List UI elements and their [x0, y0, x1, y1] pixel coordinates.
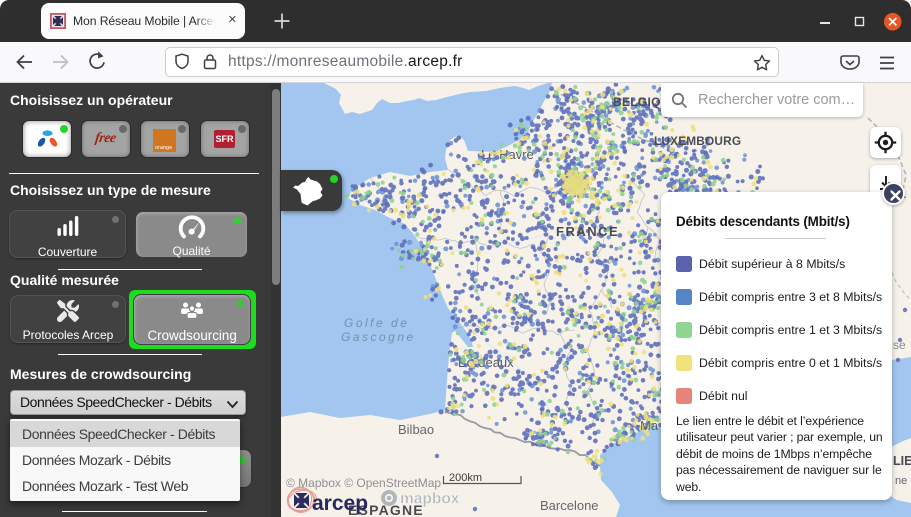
svg-text:Gascogne: Gascogne: [341, 330, 416, 344]
svg-text:ne: ne: [895, 475, 907, 487]
svg-text:200km: 200km: [449, 472, 482, 484]
svg-text:mapbox: mapbox: [400, 491, 460, 508]
svg-text:LUXEMBOURG: LUXEMBOURG: [654, 134, 741, 148]
svg-text:© Mapbox © OpenStreetMap: © Mapbox © OpenStreetMap: [286, 476, 441, 490]
svg-text:Barcelone: Barcelone: [540, 498, 599, 513]
svg-text:arcep: arcep: [312, 492, 368, 515]
svg-text:Ma: Ma: [640, 418, 659, 433]
svg-text:LIE: LIE: [893, 454, 911, 468]
svg-text:se: se: [893, 338, 906, 352]
svg-text:FRANCE: FRANCE: [556, 224, 619, 239]
svg-text:Golfe de: Golfe de: [344, 316, 409, 330]
svg-text:Bilbao: Bilbao: [398, 422, 434, 437]
